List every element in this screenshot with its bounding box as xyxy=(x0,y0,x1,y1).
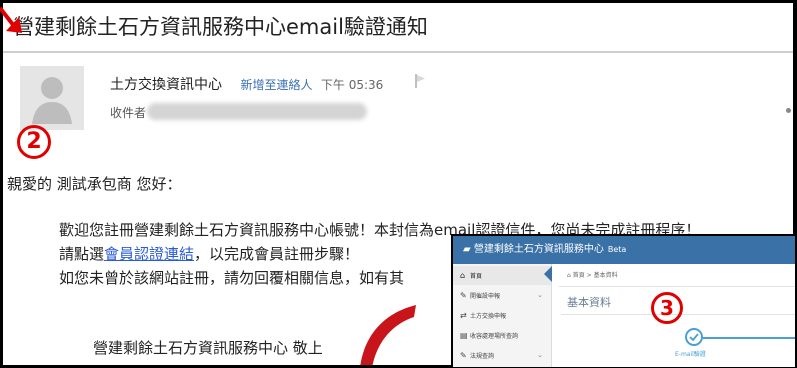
red-curve-arrow xyxy=(360,305,416,365)
exchange-icon: ⇄ xyxy=(460,311,467,320)
sidebar-item-facility[interactable]: ▤ 收容處理場所查詢 xyxy=(453,326,551,345)
email-signature: 營建剩餘土石方資訊服務中心 敬上 xyxy=(93,339,323,357)
sender-name: 土方交換資訊中心 xyxy=(110,77,222,93)
site-sidebar: ⌂ 首頁 ✎ 開催設申報 ⌄ ⇄ 土方交換申報 ▤ 收容處理場所查詢 ✎ 法規查詢 ⌄ xyxy=(453,264,552,367)
recipient-redacted xyxy=(147,103,367,120)
sender-avatar xyxy=(20,66,84,130)
member-verify-link[interactable]: 會員認證連結 xyxy=(104,245,194,263)
sidebar-item-report[interactable]: ✎ 開催設申報 ⌄ xyxy=(453,286,551,305)
add-contact-link[interactable]: 新增至連絡人 xyxy=(240,78,312,92)
step-label: E-mail驗證 xyxy=(675,351,706,358)
home-icon: ⌂ xyxy=(460,271,466,280)
email-paragraph-2: 請點選會員認證連結，以完成會員註冊步驟！ xyxy=(59,243,359,264)
wrench-icon: ✎ xyxy=(460,291,467,300)
email-time: 下午 05:36 xyxy=(320,78,384,92)
chevron-down-icon: ⌄ xyxy=(537,291,543,299)
list-icon: ▤ xyxy=(460,331,468,340)
beta-badge: Beta xyxy=(607,245,627,254)
breadcrumb-divider xyxy=(559,286,795,287)
recipient-label: 收件者 xyxy=(110,106,147,120)
paragraph-2-prefix: 請點選 xyxy=(59,245,105,263)
sidebar-collapse-tab[interactable] xyxy=(544,266,552,282)
email-subject: 營建剩餘土石方資訊服務中心email驗證通知 xyxy=(13,15,428,39)
site-brand: ▰ 營建剩餘土石方資訊服務中心 xyxy=(463,244,604,255)
step-3-marker: 3 xyxy=(651,292,683,324)
chevron-down-icon: ⌄ xyxy=(537,351,543,359)
email-paragraph-3: 如您未曾於該網站註冊，請勿回覆相關信息，如有其 xyxy=(59,269,405,287)
flag-icon[interactable] xyxy=(415,74,426,88)
site-header-bar: ▰ 營建剩餘土石方資訊服務中心 Beta xyxy=(453,236,795,264)
more-options-dot[interactable] xyxy=(786,108,791,113)
check-icon xyxy=(689,333,699,341)
email-greeting: 親愛的 測試承包商 您好： xyxy=(7,175,182,193)
red-pointer-arrow xyxy=(0,6,22,33)
step-2-marker: 2 xyxy=(17,125,51,159)
step-progress-line xyxy=(703,337,795,339)
home-icon: ⌂ xyxy=(567,272,571,279)
wrench-icon: ✎ xyxy=(460,351,467,360)
subject-divider xyxy=(3,51,793,53)
site-preview-panel: ▰ 營建剩餘土石方資訊服務中心 Beta ⌂ 首頁 ✎ 開催設申報 ⌄ ⇄ 土方交換申報 … xyxy=(451,234,795,367)
breadcrumb: ⌂ 首頁 > 基本資料 xyxy=(567,272,618,279)
person-icon xyxy=(32,77,72,124)
page-title: 基本資料 xyxy=(567,296,611,309)
sender-line: 土方交換資訊中心 新增至連絡人 下午 05:36 xyxy=(110,74,383,94)
sidebar-item-regulations[interactable]: ✎ 法規查詢 ⌄ xyxy=(453,346,551,365)
sidebar-item-exchange[interactable]: ⇄ 土方交換申報 xyxy=(453,306,551,325)
step-check xyxy=(685,328,703,346)
paragraph-2-suffix: ，以完成會員註冊步驟！ xyxy=(194,245,360,263)
sidebar-item-home[interactable]: ⌂ 首頁 xyxy=(453,266,551,285)
